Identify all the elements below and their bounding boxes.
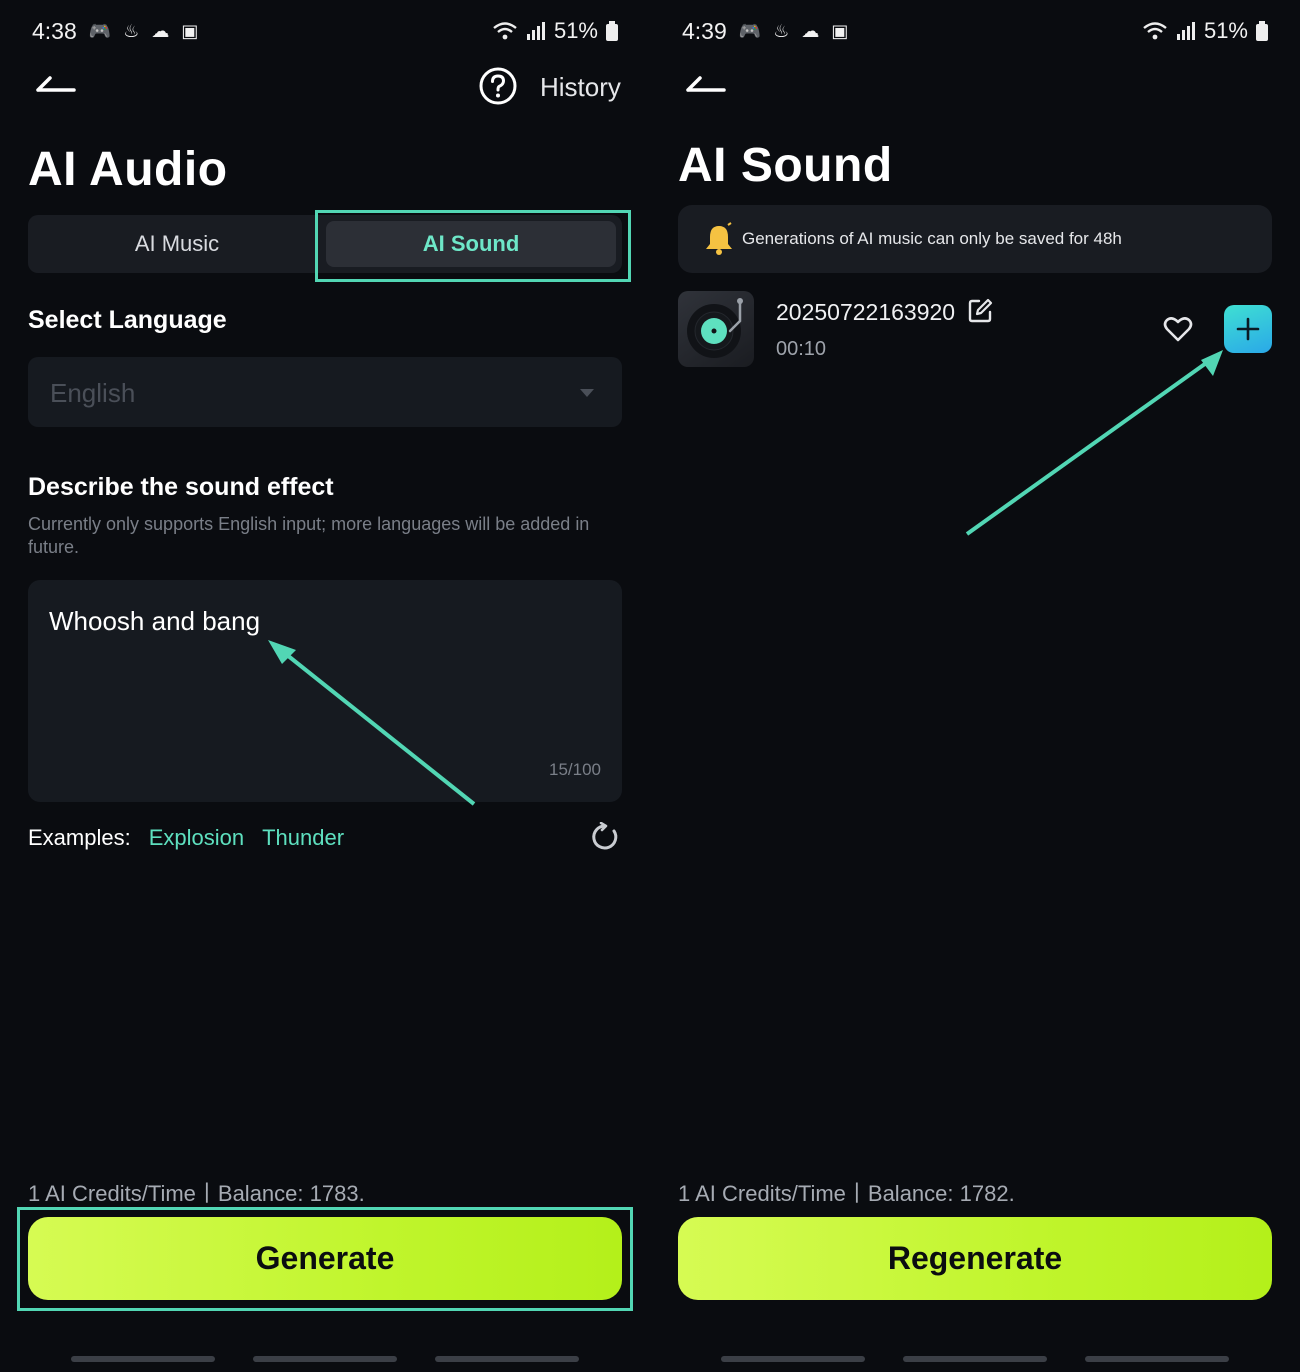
cloud-icon: ☁ bbox=[151, 20, 170, 41]
page-title: AI Sound bbox=[678, 139, 893, 192]
example-thunder[interactable]: Thunder bbox=[262, 825, 344, 850]
vinyl-record-icon bbox=[687, 298, 743, 358]
credits-balance: 1 AI Credits/Time丨Balance: 1782. bbox=[678, 1181, 1015, 1206]
battery-percent: 51% bbox=[1203, 18, 1248, 43]
tab-ai-music[interactable]: AI Music bbox=[32, 221, 322, 267]
signal-icon bbox=[526, 22, 545, 40]
language-value: English bbox=[50, 378, 136, 408]
describe-hint: Currently only supports English input; m… bbox=[28, 514, 590, 557]
examples-label: Examples: bbox=[28, 825, 131, 850]
refresh-icon[interactable] bbox=[590, 822, 620, 852]
edit-icon[interactable] bbox=[967, 298, 993, 324]
track-thumbnail[interactable] bbox=[678, 291, 754, 367]
nav-home[interactable] bbox=[253, 1356, 397, 1362]
chevron-down-icon bbox=[580, 389, 594, 397]
status-bar: 4:39 🎮 ♨ ☁ ▣ 51% bbox=[682, 14, 1268, 48]
describe-sound-label: Describe the sound effect bbox=[28, 473, 334, 501]
bell-icon bbox=[706, 222, 732, 255]
examples-row: Examples: Explosion Thunder bbox=[28, 825, 344, 851]
cloud-icon: ☁ bbox=[801, 20, 820, 41]
save-notice-text: Generations of AI music can only be save… bbox=[742, 229, 1122, 248]
regenerate-button[interactable]: Regenerate bbox=[678, 1217, 1272, 1300]
track-name: 20250722163920 bbox=[776, 298, 993, 326]
nav-home[interactable] bbox=[903, 1356, 1047, 1362]
history-link[interactable]: History bbox=[540, 72, 621, 103]
game-controller-icon: 🎮 bbox=[88, 20, 112, 41]
nav-recents[interactable] bbox=[721, 1356, 865, 1362]
sound-description-input[interactable]: Whoosh and bang 15/100 bbox=[28, 580, 622, 802]
nav-back[interactable] bbox=[1085, 1356, 1229, 1362]
notification-icon: ♨ bbox=[123, 20, 140, 41]
battery-icon bbox=[606, 21, 618, 41]
image-icon: ▣ bbox=[181, 20, 199, 41]
notification-icon: ♨ bbox=[773, 20, 790, 41]
page-title: AI Audio bbox=[28, 143, 228, 196]
status-time: 4:38 bbox=[32, 17, 77, 44]
select-language-label: Select Language bbox=[28, 306, 227, 334]
sound-description-text: Whoosh and bang bbox=[49, 606, 261, 636]
track-name-text: 20250722163920 bbox=[776, 299, 956, 325]
language-select[interactable]: English bbox=[28, 357, 622, 427]
character-counter: 15/100 bbox=[549, 760, 601, 779]
battery-icon bbox=[1256, 21, 1268, 41]
help-icon[interactable] bbox=[478, 66, 518, 106]
plus-icon bbox=[1236, 317, 1260, 341]
wifi-icon bbox=[493, 22, 517, 40]
ai-audio-screen: 4:38 🎮 ♨ ☁ ▣ 51% History AI Audio AI Mus… bbox=[0, 0, 650, 1372]
nav-back[interactable] bbox=[435, 1356, 579, 1362]
back-arrow-icon[interactable] bbox=[34, 70, 78, 100]
credits-balance: 1 AI Credits/Time丨Balance: 1783. bbox=[28, 1181, 365, 1206]
ai-sound-results-screen: 4:39 🎮 ♨ ☁ ▣ 51% AI Sound Generations of… bbox=[650, 0, 1300, 1372]
tab-highlight-box bbox=[315, 210, 631, 282]
battery-percent: 51% bbox=[553, 18, 598, 43]
game-controller-icon: 🎮 bbox=[738, 20, 762, 41]
save-notice-banner: Generations of AI music can only be save… bbox=[678, 205, 1272, 273]
wifi-icon bbox=[1143, 22, 1167, 40]
track-duration: 00:10 bbox=[776, 338, 827, 360]
nav-recents[interactable] bbox=[71, 1356, 215, 1362]
signal-icon bbox=[1176, 22, 1195, 40]
status-bar: 4:38 🎮 ♨ ☁ ▣ 51% bbox=[32, 14, 618, 48]
example-explosion[interactable]: Explosion bbox=[149, 825, 244, 850]
heart-icon[interactable] bbox=[1163, 315, 1193, 343]
image-icon: ▣ bbox=[831, 20, 849, 41]
add-to-project-button[interactable] bbox=[1224, 305, 1272, 353]
status-time: 4:39 bbox=[682, 17, 727, 44]
back-arrow-icon[interactable] bbox=[684, 70, 728, 100]
generate-highlight-box bbox=[17, 1207, 633, 1311]
